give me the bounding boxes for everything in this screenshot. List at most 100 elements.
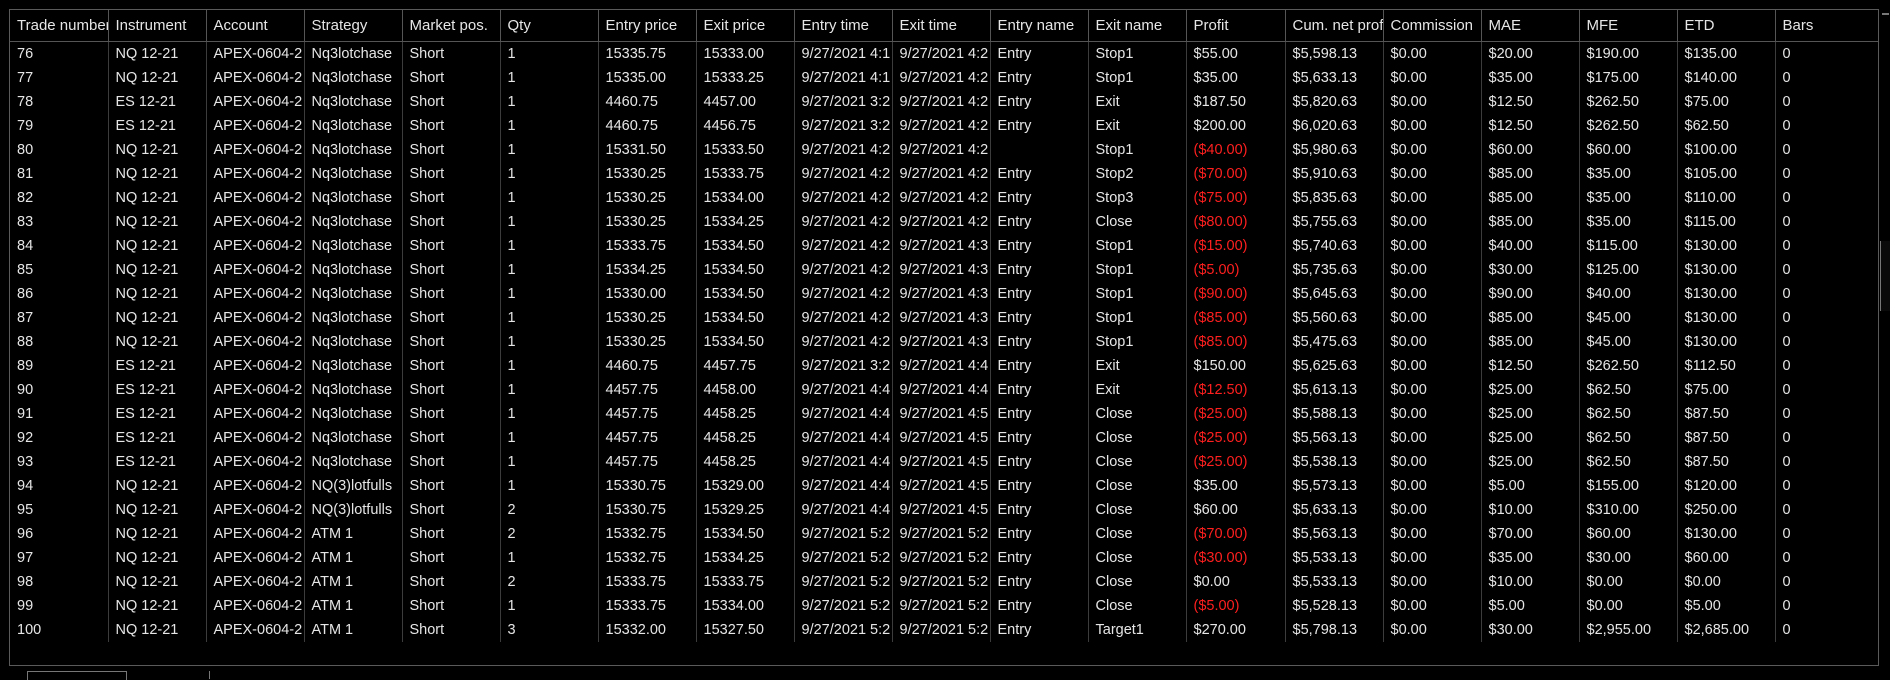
table-row[interactable]: 96 NQ 12-21 APEX-0604-2 ATM 1 Short 2 15332.75… [10,522,1878,546]
cell-exit-price: 4458.25 [696,450,795,474]
table-row[interactable]: 83 NQ 12-21 APEX-0604-2 Nq3lotchase Short 1 15… [10,210,1878,234]
cell-commission: $0.00 [1383,306,1482,330]
column-header-entry-name[interactable]: Entry name [990,10,1089,42]
cell-instrument: NQ 12-21 [108,498,207,522]
cell-market-pos: Short [402,594,501,618]
column-header-trade-number[interactable]: Trade number [10,10,109,42]
cell-exit-name: Exit [1088,378,1187,402]
table-row[interactable]: 80 NQ 12-21 APEX-0604-2 Nq3lotchase Short 1 15… [10,138,1878,162]
cell-trade-number: 81 [10,162,109,186]
cell-strategy: Nq3lotchase [304,138,403,162]
cell-commission: $0.00 [1383,162,1482,186]
table-row[interactable]: 90 ES 12-21 APEX-0604-2 Nq3lotchase Short 1 44… [10,378,1878,402]
table-row[interactable]: 99 NQ 12-21 APEX-0604-2 ATM 1 Short 1 15333.75… [10,594,1878,618]
cell-exit-name: Stop2 [1088,162,1187,186]
cell-commission: $0.00 [1383,450,1482,474]
column-header-profit[interactable]: Profit [1186,10,1286,42]
column-header-cum-net-profit[interactable]: Cum. net profit [1285,10,1384,42]
table-row[interactable]: 86 NQ 12-21 APEX-0604-2 Nq3lotchase Short 1 15… [10,282,1878,306]
table-row[interactable]: 93 ES 12-21 APEX-0604-2 Nq3lotchase Short 1 44… [10,450,1878,474]
trades-grid[interactable]: Trade number Instrument Account Strategy Mar… [9,9,1879,666]
cell-instrument: NQ 12-21 [108,258,207,282]
table-row[interactable]: 98 NQ 12-21 APEX-0604-2 ATM 1 Short 2 15333.75… [10,570,1878,594]
table-row[interactable]: 76 NQ 12-21 APEX-0604-2 Nq3lotchase Short 1 15… [10,41,1878,66]
cell-market-pos: Short [402,378,501,402]
vertical-scrollbar[interactable] [1880,9,1890,664]
cell-instrument: NQ 12-21 [108,41,207,66]
cell-qty: 1 [500,41,599,66]
cell-instrument: ES 12-21 [108,114,207,138]
table-row[interactable]: 97 NQ 12-21 APEX-0604-2 ATM 1 Short 1 15332.75… [10,546,1878,570]
cell-qty: 1 [500,210,599,234]
column-header-commission[interactable]: Commission [1383,10,1482,42]
cell-exit-time: 9/27/2021 4:5 [892,450,991,474]
cell-mae: $12.50 [1481,114,1580,138]
cell-exit-name: Stop1 [1088,66,1187,90]
table-row[interactable]: 94 NQ 12-21 APEX-0604-2 NQ(3)lotfulls Short 1… [10,474,1878,498]
column-header-bars[interactable]: Bars [1775,10,1878,42]
cell-market-pos: Short [402,450,501,474]
column-header-entry-price[interactable]: Entry price [598,10,697,42]
cell-bars: 0 [1775,570,1878,594]
cell-mfe: $190.00 [1579,41,1678,66]
column-header-exit-name[interactable]: Exit name [1088,10,1187,42]
cell-entry-price: 15330.75 [598,474,697,498]
cell-entry-price: 15335.75 [598,41,697,66]
cell-cum-net-profit: $5,533.13 [1285,570,1384,594]
cell-entry-name: Entry [990,546,1089,570]
cell-qty: 1 [500,546,599,570]
cell-etd: $2,685.00 [1677,618,1776,642]
table-row[interactable]: 82 NQ 12-21 APEX-0604-2 Nq3lotchase Short 1 15… [10,186,1878,210]
cell-exit-price: 4458.25 [696,426,795,450]
cell-commission: $0.00 [1383,618,1482,642]
cell-bars: 0 [1775,594,1878,618]
table-row[interactable]: 85 NQ 12-21 APEX-0604-2 Nq3lotchase Short 1 15… [10,258,1878,282]
column-header-entry-time[interactable]: Entry time [794,10,893,42]
table-row[interactable]: 87 NQ 12-21 APEX-0604-2 Nq3lotchase Short 1 15… [10,306,1878,330]
column-header-account[interactable]: Account [206,10,305,42]
column-header-strategy[interactable]: Strategy [304,10,403,42]
cell-market-pos: Short [402,306,501,330]
column-header-instrument[interactable]: Instrument [108,10,207,42]
table-row[interactable]: 100 NQ 12-21 APEX-0604-2 ATM 1 Short 3 15332.0… [10,618,1878,642]
cell-etd: $110.00 [1677,186,1776,210]
cell-exit-name: Stop1 [1088,41,1187,66]
cell-entry-time: 9/27/2021 5:2 [794,618,893,642]
cell-strategy: Nq3lotchase [304,41,403,66]
cell-trade-number: 92 [10,426,109,450]
cell-profit: $150.00 [1186,354,1286,378]
cell-exit-price: 15334.50 [696,330,795,354]
cell-entry-price: 15332.75 [598,546,697,570]
cell-qty: 1 [500,330,599,354]
vertical-scroll-thumb[interactable] [1880,241,1890,311]
horizontal-scrollbar[interactable] [9,668,1877,680]
cell-trade-number: 93 [10,450,109,474]
cell-exit-time: 9/27/2021 4:2 [892,41,991,66]
column-header-mae[interactable]: MAE [1481,10,1580,42]
column-header-qty[interactable]: Qty [500,10,599,42]
table-row[interactable]: 84 NQ 12-21 APEX-0604-2 Nq3lotchase Short 1 15… [10,234,1878,258]
table-row[interactable]: 88 NQ 12-21 APEX-0604-2 Nq3lotchase Short 1 15… [10,330,1878,354]
column-header-exit-price[interactable]: Exit price [696,10,795,42]
table-row[interactable]: 79 ES 12-21 APEX-0604-2 Nq3lotchase Short 1 44… [10,114,1878,138]
cell-entry-name: Entry [990,234,1089,258]
column-header-exit-time[interactable]: Exit time [892,10,991,42]
cell-instrument: NQ 12-21 [108,186,207,210]
table-row[interactable]: 81 NQ 12-21 APEX-0604-2 Nq3lotchase Short 1 15… [10,162,1878,186]
table-row[interactable]: 78 ES 12-21 APEX-0604-2 Nq3lotchase Short 1 44… [10,90,1878,114]
cell-cum-net-profit: $5,613.13 [1285,378,1384,402]
cell-market-pos: Short [402,210,501,234]
cell-exit-time: 9/27/2021 4:5 [892,474,991,498]
table-row[interactable]: 89 ES 12-21 APEX-0604-2 Nq3lotchase Short 1 44… [10,354,1878,378]
cell-qty: 1 [500,426,599,450]
table-row[interactable]: 95 NQ 12-21 APEX-0604-2 NQ(3)lotfulls Short 2… [10,498,1878,522]
cell-account: APEX-0604-2 [206,378,305,402]
column-header-market-pos[interactable]: Market pos. [402,10,501,42]
cell-entry-time: 9/27/2021 3:2 [794,354,893,378]
column-header-etd[interactable]: ETD [1677,10,1776,42]
table-row[interactable]: 91 ES 12-21 APEX-0604-2 Nq3lotchase Short 1 44… [10,402,1878,426]
table-row[interactable]: 92 ES 12-21 APEX-0604-2 Nq3lotchase Short 1 44… [10,426,1878,450]
cell-exit-name: Stop3 [1088,186,1187,210]
table-row[interactable]: 77 NQ 12-21 APEX-0604-2 Nq3lotchase Short 1 15… [10,66,1878,90]
column-header-mfe[interactable]: MFE [1579,10,1678,42]
